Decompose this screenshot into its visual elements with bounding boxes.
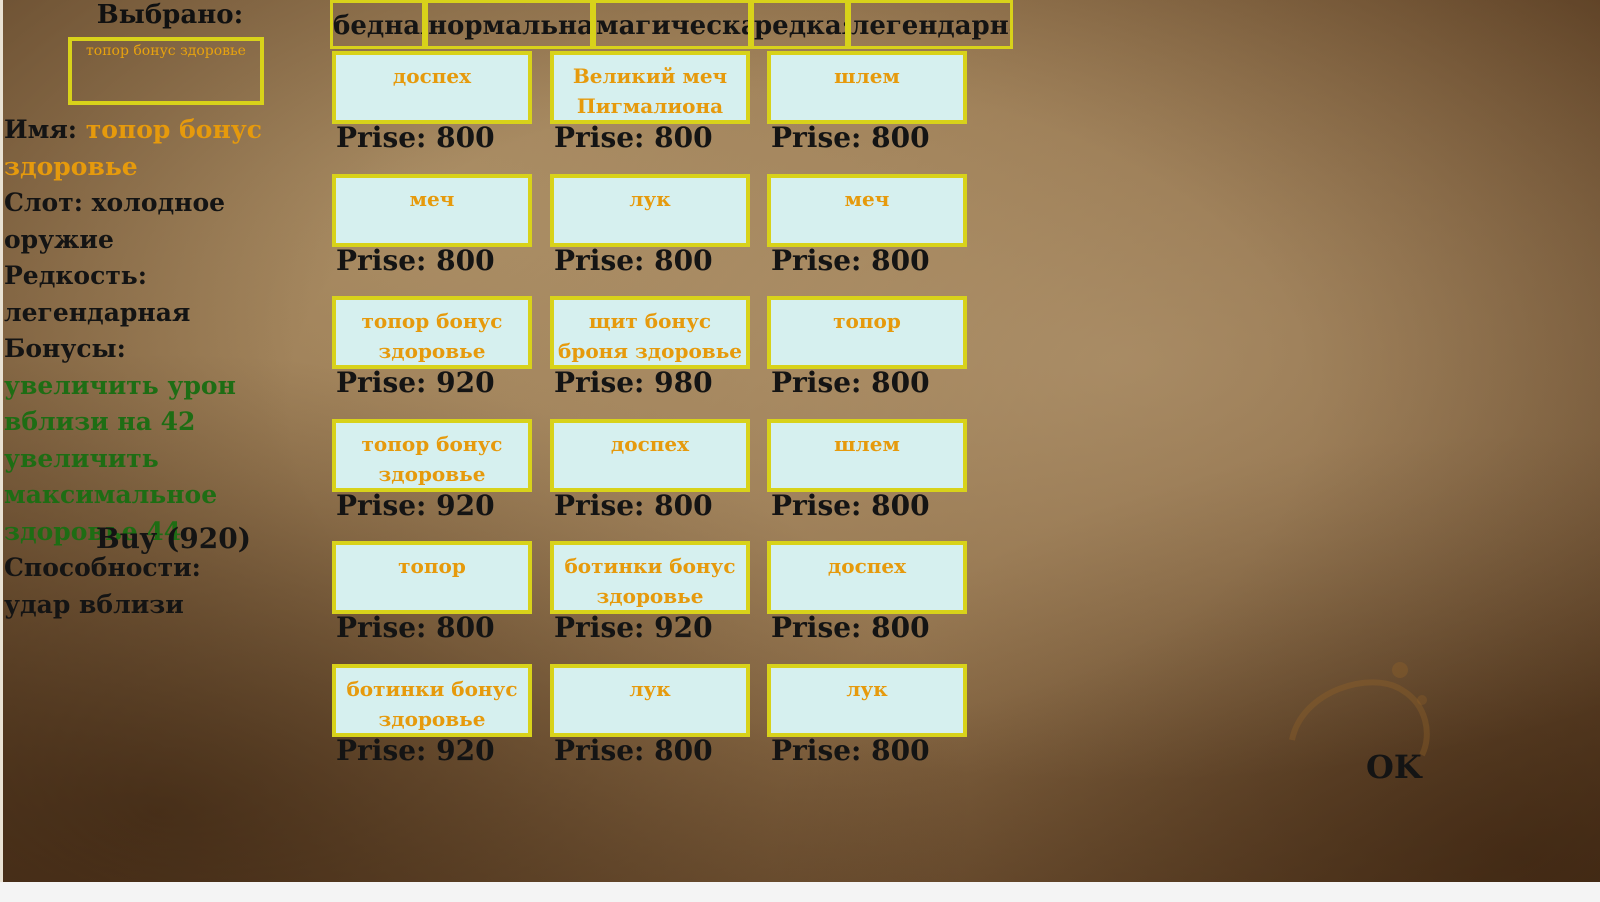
item-card-name: меч [844,187,890,211]
item-price: Prise: 800 [771,244,930,277]
item-card[interactable]: доспех [332,51,532,124]
item-card[interactable]: топор [332,541,532,614]
item-price: Prise: 920 [554,611,713,644]
item-price: Prise: 920 [336,366,495,399]
item-card-name: лук [629,677,671,701]
tab-poor[interactable]: бедная [330,0,425,49]
window-bottom-bar [0,882,1600,902]
item-price: Prise: 800 [554,734,713,767]
ok-button[interactable]: OK [1366,748,1422,786]
item-bonus-1: увеличить урон вблизи на 42 [4,370,236,437]
item-card[interactable]: лук [550,174,750,247]
item-card[interactable]: шлем [767,51,967,124]
item-name-line: Имя: топор бонус здоровье [4,112,334,185]
item-card[interactable]: Великий меч Пигмалиона [550,51,750,124]
item-price: Prise: 800 [554,121,713,154]
item-card[interactable]: топор [767,296,967,369]
item-price: Prise: 800 [771,121,930,154]
item-card-name: ботинки бонус здоровье [346,677,518,731]
item-card-name: шлем [834,64,900,88]
item-card[interactable]: шлем [767,419,967,492]
item-card[interactable]: щит бонус броня здоровье [550,296,750,369]
item-card[interactable]: лук [550,664,750,737]
item-price: Prise: 800 [554,489,713,522]
item-card-name: щит бонус броня здоровье [558,309,742,363]
selected-title: Выбрано: [96,0,244,30]
item-card-name: доспех [610,432,690,456]
item-card-name: топор бонус здоровье [361,309,503,363]
item-slot-line: Слот: холодное оружие [4,188,226,254]
item-card[interactable]: доспех [550,419,750,492]
item-ability-1: удар вблизи [4,589,184,619]
tab-legendary[interactable]: легендарная [848,0,1013,49]
item-card-name: доспех [827,554,907,578]
item-price: Prise: 920 [336,734,495,767]
item-price: Prise: 800 [771,489,930,522]
item-price: Prise: 800 [771,611,930,644]
item-card-name: доспех [392,64,472,88]
item-card-name: топор бонус здоровье [361,432,503,486]
item-card[interactable]: доспех [767,541,967,614]
item-card[interactable]: топор бонус здоровье [332,296,532,369]
item-price: Prise: 800 [336,611,495,644]
item-price: Prise: 800 [771,366,930,399]
item-card-name: лук [846,677,888,701]
item-card[interactable]: лук [767,664,967,737]
item-card[interactable]: ботинки бонус здоровье [550,541,750,614]
window-edge [0,0,3,882]
selected-item-slot[interactable]: топор бонус здоровье [68,37,264,105]
item-card[interactable]: ботинки бонус здоровье [332,664,532,737]
tab-normal[interactable]: нормальная [425,0,593,49]
item-card-name: меч [409,187,455,211]
buy-button[interactable]: Buy (920) [96,522,251,555]
item-price: Prise: 800 [336,121,495,154]
item-rarity-line: Редкость: легендарная [4,261,191,327]
tab-rare[interactable]: редкая [751,0,848,49]
item-card[interactable]: меч [332,174,532,247]
item-card-name: лук [629,187,671,211]
item-price: Prise: 800 [336,244,495,277]
item-price: Prise: 800 [554,244,713,277]
item-card-name: ботинки бонус здоровье [564,554,736,608]
item-card[interactable]: топор бонус здоровье [332,419,532,492]
item-price: Prise: 980 [554,366,713,399]
item-abilities-label: Способности: [4,553,201,582]
item-price: Prise: 800 [771,734,930,767]
item-card-name: топор [398,554,466,578]
tab-magic[interactable]: магическая [593,0,751,49]
item-price: Prise: 920 [336,489,495,522]
item-card-name: Великий меч Пигмалиона [572,64,728,118]
selected-item-name: топор бонус здоровье [86,43,246,59]
item-card[interactable]: меч [767,174,967,247]
item-card-name: шлем [834,432,900,456]
item-card-name: топор [833,309,901,333]
item-bonuses-label: Бонусы: [4,334,126,363]
item-name-label: Имя: [4,115,78,144]
